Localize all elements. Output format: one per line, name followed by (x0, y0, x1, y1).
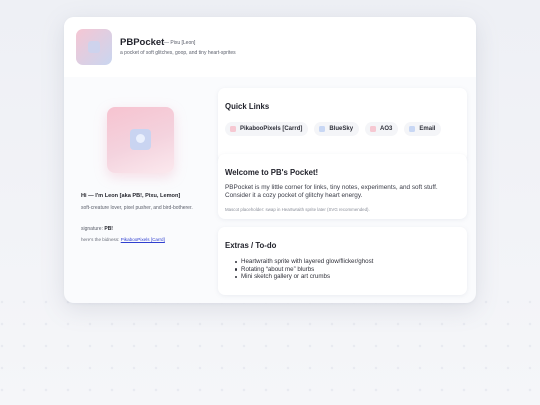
main-card: PBPocket — Pixu [Leon] a pocket of soft … (64, 17, 476, 303)
link-dot-icon (230, 126, 236, 132)
profile-avatar (107, 107, 174, 173)
bidness-text: here's the bidness: (81, 237, 120, 242)
quick-links-title: Quick Links (225, 102, 270, 111)
link-label: BlueSky (329, 126, 354, 132)
link-dot-icon (409, 126, 416, 132)
quick-links-panel: Quick Links PikabooPixels [Carrd] BlueSk… (218, 88, 467, 162)
site-logo (76, 29, 112, 65)
extras-panel: Extras / To-do Heartwraith sprite with l… (218, 227, 467, 295)
site-name: PBPocket (120, 37, 165, 48)
link-ao3[interactable]: AO3 (365, 122, 399, 136)
bidness-link[interactable]: PikabooPixels [Carrd] (121, 237, 165, 242)
signature-label: signature: (81, 226, 103, 232)
site-header: PBPocket — Pixu [Leon] a pocket of soft … (64, 17, 476, 77)
link-dot-icon (370, 126, 377, 132)
profile-signature: signature: PB! (81, 226, 113, 232)
profile-greeting: Hi — I'm Leon [aka PB!, Pixu, Lemon] (81, 193, 181, 199)
welcome-panel: Welcome to PB's Pocket! PBPocket is my l… (218, 154, 467, 219)
mascot-placeholder-icon (130, 129, 151, 150)
link-email[interactable]: Email (404, 122, 442, 136)
link-label: AO3 (380, 126, 393, 132)
link-label: PikabooPixels [Carrd] (240, 126, 303, 132)
profile-bio: soft-creature lover, pixel pusher, and b… (81, 205, 193, 211)
quick-links-list: PikabooPixels [Carrd] BlueSky AO3 Email (225, 122, 442, 136)
link-label: Email (419, 126, 436, 132)
signature-value: PB! (104, 226, 113, 232)
background-pattern (0, 300, 540, 405)
mascot-note: Mascot placeholder: swap in Heartwraith … (225, 207, 370, 212)
list-item: Rotating “about me” blurbs (235, 266, 373, 274)
link-dot-icon (319, 126, 326, 132)
list-item: Mini sketch gallery or art crumbs (235, 273, 373, 281)
profile-sidebar: Hi — I'm Leon [aka PB!, Pixu, Lemon] sof… (64, 77, 211, 303)
link-bluesky[interactable]: BlueSky (314, 122, 360, 136)
extras-title: Extras / To-do (225, 241, 277, 250)
extras-list: Heartwraith sprite with layered glow/fli… (235, 258, 373, 281)
profile-bidness: here's the bidness: PikabooPixels [Carrd… (81, 237, 165, 242)
welcome-title: Welcome to PB's Pocket! (225, 168, 319, 177)
site-tagline: a pocket of soft glitches, goop, and tin… (120, 50, 236, 56)
list-item: Heartwraith sprite with layered glow/fli… (235, 258, 373, 266)
site-alias: — Pixu [Leon] (164, 40, 196, 46)
link-pikaboopixels[interactable]: PikabooPixels [Carrd] (225, 122, 309, 136)
welcome-text: PBPocket is my little corner for links, … (225, 184, 438, 199)
